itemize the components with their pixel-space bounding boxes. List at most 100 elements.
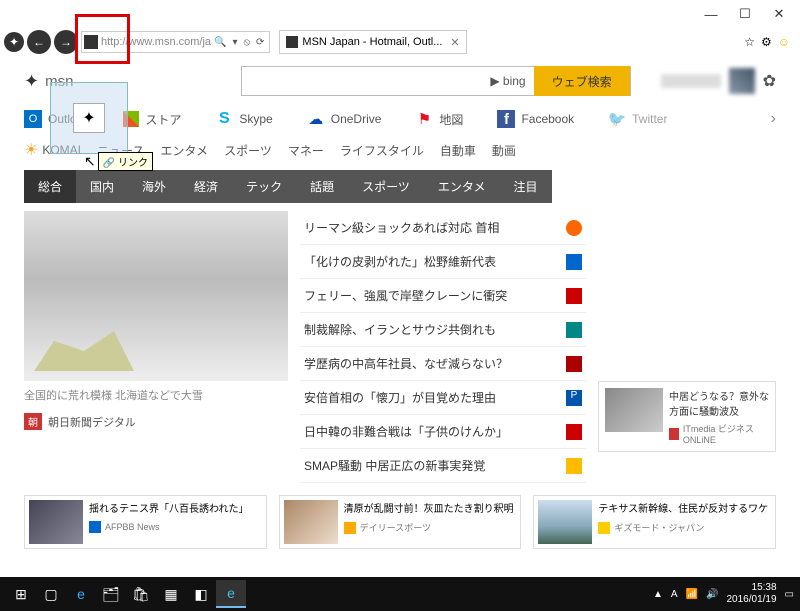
address-bar[interactable]: 🔍 ▾ ⦸ ⟳ <box>81 31 270 53</box>
card-thumb <box>284 500 338 544</box>
tray-up-icon[interactable]: ▲ <box>653 589 663 600</box>
headlines-column: リーマン級ショックあれば対応 首相 「化けの皮剥がれた」松野維新代表 フェリー、… <box>300 211 586 483</box>
refresh-icon[interactable]: ⟳ <box>253 37 267 48</box>
start-button[interactable]: ⊞ <box>6 580 36 608</box>
web-search-button[interactable]: ウェブ検索 <box>534 66 630 96</box>
cat-entertainment[interactable]: エンタメ <box>160 142 208 159</box>
browser-toolbar: ✦ ← → 🔍 ▾ ⦸ ⟳ MSN Japan - Hotmail, Outl.… <box>0 28 800 56</box>
hero-image[interactable] <box>24 211 288 381</box>
services-more-icon[interactable]: › <box>771 110 776 128</box>
skype-icon: S <box>215 110 233 128</box>
minimize-button[interactable]: — <box>694 4 728 24</box>
drag-ghost-icon: ✦ <box>73 103 105 133</box>
forward-button[interactable]: → <box>54 30 78 54</box>
headline-item[interactable]: 学歴病の中高年社員、なぜ減らない？ <box>300 347 586 381</box>
tab-title: MSN Japan - Hotmail, Outl... <box>302 36 442 48</box>
dropdown-icon[interactable]: ▾ <box>229 37 240 48</box>
favorites-icon[interactable]: ☆ <box>744 35 755 49</box>
action-center-icon[interactable]: ▭ <box>785 589 794 600</box>
network-icon[interactable]: 📶 <box>686 589 698 600</box>
search-input[interactable] <box>242 67 482 95</box>
headline-item[interactable]: リーマン級ショックあれば対応 首相 <box>300 211 586 245</box>
search-box: ▶ bing ウェブ検索 <box>241 66 630 96</box>
tab-wadai[interactable]: 話題 <box>296 170 348 203</box>
page-settings-icon[interactable]: ✿ <box>763 71 776 91</box>
search-icon[interactable]: 🔍 <box>211 37 229 48</box>
svc-facebook[interactable]: fFacebook <box>497 110 574 128</box>
cat-video[interactable]: 動画 <box>492 142 516 159</box>
volume-icon[interactable]: 🔊 <box>706 589 718 600</box>
taskbar: ⊞ ▢ e 🗂 🛍 ▦ ◧ e ▲ A 📶 🔊 15:382016/01/19 … <box>0 577 800 611</box>
headline-item[interactable]: 制裁解除、イランとサウジ共倒れも <box>300 313 586 347</box>
news-card[interactable]: 清原が乱闘寸前！灰皿たたき割り釈明デイリースポーツ <box>279 495 522 549</box>
taskview-icon[interactable]: ▢ <box>36 580 66 608</box>
back-button[interactable]: ← <box>27 30 51 54</box>
feedback-icon[interactable]: ☺ <box>778 35 790 49</box>
headline-item[interactable]: 「化けの皮剥がれた」松野維新代表 <box>300 245 586 279</box>
svc-twitter[interactable]: 🐦Twitter <box>608 110 667 128</box>
headline-item[interactable]: SMAP騒動 中居正広の新事実発覚 <box>300 449 586 483</box>
headline-item[interactable]: 日中韓の非難合戦は「子供のけんか」 <box>300 415 586 449</box>
explorer-icon[interactable]: 🗂 <box>96 580 126 608</box>
svc-store[interactable]: ストア <box>123 111 181 128</box>
stop-icon[interactable]: ⦸ <box>240 37 253 48</box>
map-icon: ⚑ <box>415 110 433 128</box>
user-area: ✿ <box>661 68 776 94</box>
cat-money[interactable]: マネー <box>288 142 324 159</box>
headline-item[interactable]: 安倍首相の「懐刀」が目覚めた理由P <box>300 381 586 415</box>
side-title: 中居どうなる？意外な方面に騒動波及 <box>669 388 769 418</box>
cat-sports[interactable]: スポーツ <box>224 142 272 159</box>
tab-kaigai[interactable]: 海外 <box>128 170 180 203</box>
tab-sogo[interactable]: 総合 <box>24 170 76 203</box>
cat-lifestyle[interactable]: ライフスタイル <box>340 142 424 159</box>
hero-source[interactable]: 朝 朝日新聞デジタル <box>24 409 288 434</box>
settings-icon[interactable]: ⚙ <box>761 35 772 49</box>
edge-icon[interactable]: e <box>66 580 96 608</box>
tab-entame[interactable]: エンタメ <box>424 170 500 203</box>
tab-kokunai[interactable]: 国内 <box>76 170 128 203</box>
news-card[interactable]: 揺れるテニス界「八百長誘われた」AFPBB News <box>24 495 267 549</box>
source-icon <box>566 322 582 338</box>
svc-onedrive[interactable]: ☁OneDrive <box>307 110 382 128</box>
svc-skype[interactable]: SSkype <box>215 110 272 128</box>
tab-close-icon[interactable]: ✕ <box>450 36 459 49</box>
tab-keizai[interactable]: 経済 <box>180 170 232 203</box>
tab-sports[interactable]: スポーツ <box>348 170 424 203</box>
news-card[interactable]: テキサス新幹線、住民が反対するワケギズモード・ジャパン <box>533 495 776 549</box>
app2-icon[interactable]: ◧ <box>186 580 216 608</box>
source-icon <box>566 220 582 236</box>
url-input[interactable] <box>101 36 211 48</box>
tab-chumoku[interactable]: 注目 <box>500 170 552 203</box>
source-badge-icon <box>669 428 679 440</box>
browser-tab[interactable]: MSN Japan - Hotmail, Outl... ✕ <box>279 30 466 54</box>
system-tray: ▲ A 📶 🔊 15:382016/01/19 ▭ <box>653 582 794 606</box>
clock[interactable]: 15:382016/01/19 <box>726 582 776 606</box>
hero-caption[interactable]: 全国的に荒れ模様 北海道などで大雪 <box>24 381 288 409</box>
side-source: ITmedia ビジネスONLiNE <box>669 422 769 445</box>
side-thumb <box>605 388 663 432</box>
source-icon <box>566 288 582 304</box>
side-card[interactable]: 中居どうなる？意外な方面に騒動波及 ITmedia ビジネスONLiNE <box>598 381 776 452</box>
cat-auto[interactable]: 自動車 <box>440 142 476 159</box>
news-tabs: 総合 国内 海外 経済 テック 話題 スポーツ エンタメ 注目 <box>24 170 776 203</box>
app-icon: ✦ <box>4 32 24 52</box>
source-icon: P <box>566 390 582 406</box>
ie-taskbar-icon[interactable]: e <box>216 580 246 608</box>
close-button[interactable]: ✕ <box>762 4 796 24</box>
sun-icon: ☀ <box>24 140 38 160</box>
side-column: 中居どうなる？意外な方面に騒動波及 ITmedia ビジネスONLiNE <box>598 211 776 483</box>
app-icon[interactable]: ▦ <box>156 580 186 608</box>
link-tooltip: 🔗 リンク <box>98 152 153 171</box>
outlook-icon: O <box>24 110 42 128</box>
main-content: 全国的に荒れ模様 北海道などで大雪 朝 朝日新聞デジタル リーマン級ショックあれ… <box>0 203 800 491</box>
source-icon <box>566 424 582 440</box>
store-icon[interactable]: 🛍 <box>126 580 156 608</box>
maximize-button[interactable]: ☐ <box>728 4 762 24</box>
ime-icon[interactable]: A <box>671 589 678 600</box>
source-icon <box>566 356 582 372</box>
avatar[interactable] <box>729 68 755 94</box>
tab-tech[interactable]: テック <box>232 170 296 203</box>
svc-map[interactable]: ⚑地図 <box>415 110 463 128</box>
headline-item[interactable]: フェリー、強風で岸壁クレーンに衝突 <box>300 279 586 313</box>
source-badge-icon <box>598 522 610 534</box>
